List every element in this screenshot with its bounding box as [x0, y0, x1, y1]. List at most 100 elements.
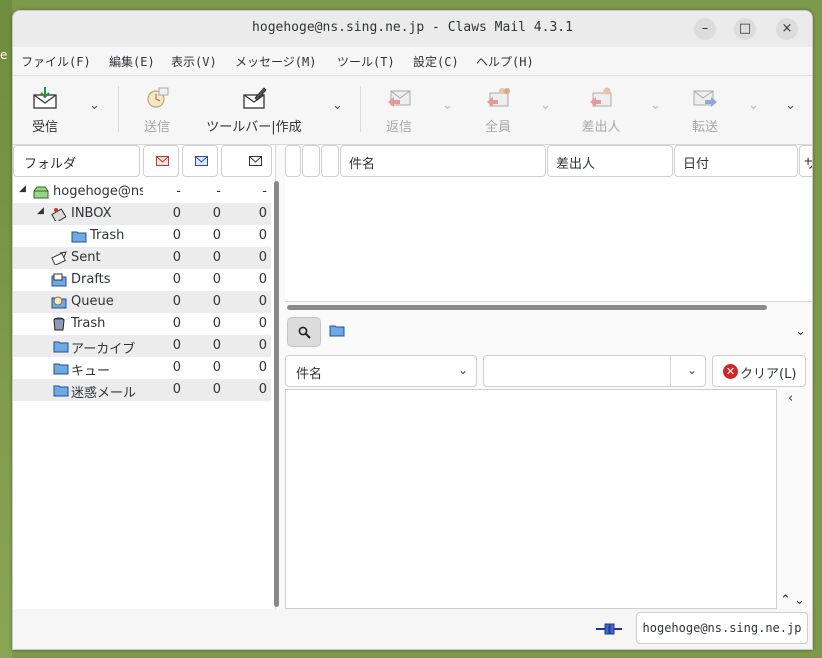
- reply-sender-label: 差出人: [581, 120, 621, 135]
- trash-can-icon: [53, 317, 65, 331]
- folder-row-queue-jp[interactable]: キュー 0 0 0: [13, 357, 271, 379]
- search-field-select[interactable]: 件名 ⌄: [285, 355, 477, 387]
- search-folder-icon[interactable]: [329, 323, 345, 337]
- folder-row-trash[interactable]: Trash 0 0 0: [13, 313, 271, 335]
- message-list-scrollbar[interactable]: [287, 305, 767, 310]
- scroll-down-chevron-icon[interactable]: ⌄: [794, 593, 805, 608]
- search-toggle-button[interactable]: [287, 317, 321, 347]
- size-column-label: サ: [804, 153, 812, 172]
- maximize-button[interactable]: □: [734, 18, 756, 40]
- folder-name: Trash: [90, 228, 125, 243]
- folder-row-drafts[interactable]: Drafts 0 0 0: [13, 269, 271, 291]
- total-count: 0: [258, 382, 267, 397]
- folder-row-spam[interactable]: 迷惑メール 0 0 0: [13, 379, 271, 401]
- folder-row-inbox-trash[interactable]: Trash 0 0 0: [13, 225, 271, 247]
- folder-row-inbox[interactable]: ◢ INBOX 0 0 0: [13, 203, 271, 225]
- compose-button[interactable]: ツールバー|作成: [199, 80, 309, 138]
- total-count: 0: [258, 294, 267, 309]
- from-column-header[interactable]: 差出人: [547, 145, 673, 177]
- new-mail-icon: [156, 156, 169, 166]
- new-count: 0: [172, 250, 181, 265]
- menu-message[interactable]: メッセージ(M): [235, 53, 316, 70]
- reply-all-dropdown-chevron-icon[interactable]: ⌄: [540, 98, 551, 113]
- new-count-column-header[interactable]: [143, 145, 179, 177]
- reply-sender-icon: [590, 87, 612, 107]
- forward-button[interactable]: 転送: [681, 80, 729, 138]
- menu-tools[interactable]: ツール(T): [337, 53, 395, 70]
- folder-name: Queue: [71, 294, 114, 309]
- menu-file[interactable]: ファイル(F): [21, 53, 91, 70]
- collapse-arrow-icon[interactable]: ◢: [19, 184, 26, 194]
- unread-count-column-header[interactable]: [182, 145, 218, 177]
- receive-mail-icon: [33, 87, 57, 109]
- mark-column-header[interactable]: [302, 145, 320, 177]
- message-view[interactable]: [285, 389, 777, 609]
- reply-dropdown-chevron-icon[interactable]: ⌄: [442, 98, 453, 113]
- total-count: 0: [258, 228, 267, 243]
- toolbar-separator: [360, 86, 361, 132]
- reply-sender-dropdown-chevron-icon[interactable]: ⌄: [650, 98, 661, 113]
- unread-count: 0: [212, 316, 221, 331]
- collapse-arrow-icon[interactable]: ◢: [37, 206, 44, 216]
- menu-settings[interactable]: 設定(C): [413, 53, 459, 70]
- folder-row-archive[interactable]: アーカイブ 0 0 0: [13, 335, 271, 357]
- close-button[interactable]: ×: [776, 18, 798, 40]
- unread-count: 0: [212, 294, 221, 309]
- status-column-header[interactable]: [285, 145, 301, 177]
- menu-edit[interactable]: 編集(E): [109, 53, 155, 70]
- chevron-down-icon[interactable]: ⌄: [687, 363, 697, 377]
- subject-column-header[interactable]: 件名: [340, 145, 546, 177]
- expand-search-chevron-icon[interactable]: ⌄: [795, 324, 806, 339]
- unread-column-header[interactable]: [321, 145, 339, 177]
- account-status-button[interactable]: hogehoge@ns.sing.ne.jp: [636, 612, 808, 644]
- compose-dropdown-chevron-icon[interactable]: ⌄: [332, 98, 343, 113]
- chevron-down-icon: ⌄: [457, 363, 468, 377]
- scroll-up-chevron-icon[interactable]: ⌃: [780, 593, 791, 608]
- search-input[interactable]: ⌄: [483, 355, 706, 387]
- online-status-plug-icon[interactable]: [595, 621, 623, 637]
- folder-pane-scrollbar[interactable]: [274, 181, 279, 607]
- receive-dropdown-chevron-icon[interactable]: ⌄: [89, 98, 100, 113]
- minimize-button[interactable]: –: [694, 18, 716, 40]
- folder-row-queue[interactable]: Queue 0 0 0: [13, 291, 271, 313]
- total-count-column-header[interactable]: [221, 145, 272, 177]
- reply-mail-icon: [388, 90, 411, 107]
- unread-count: 0: [212, 250, 221, 265]
- menu-help[interactable]: ヘルプ(H): [476, 53, 534, 70]
- send-button[interactable]: 送信: [133, 80, 181, 138]
- folder-column-header[interactable]: フォルダ: [13, 145, 140, 177]
- forward-dropdown-chevron-icon[interactable]: ⌄: [748, 98, 759, 113]
- new-count: 0: [172, 228, 181, 243]
- reply-all-icon: [487, 88, 510, 107]
- total-count: 0: [258, 206, 267, 221]
- size-column-header[interactable]: サ: [799, 145, 812, 177]
- date-column-header[interactable]: 日付: [674, 145, 798, 177]
- title-bar[interactable]: hogehoge@ns.sing.ne.jp - Claws Mail 4.3.…: [13, 11, 812, 47]
- reply-all-label: 全員: [484, 120, 511, 135]
- menu-view[interactable]: 表示(V): [171, 53, 217, 70]
- new-count: 0: [172, 316, 181, 331]
- total-count: 0: [258, 338, 267, 353]
- clear-search-button[interactable]: ✕ クリア(L): [712, 355, 806, 387]
- inbox-icon: [51, 208, 67, 221]
- quick-search-bar: ⌄: [285, 315, 812, 353]
- reply-button[interactable]: 返信: [375, 80, 423, 138]
- folder-name: Drafts: [71, 272, 111, 287]
- folder-icon: [71, 231, 87, 243]
- clear-icon: ✕: [723, 364, 738, 379]
- new-count: 0: [172, 294, 181, 309]
- reply-all-button[interactable]: 全員: [474, 80, 522, 138]
- folder-row-account[interactable]: ◢ hogehoge@ns - - -: [13, 181, 271, 203]
- reply-sender-button[interactable]: 差出人: [575, 80, 627, 138]
- toolbar-overflow-chevron-icon[interactable]: ⌄: [785, 98, 796, 113]
- collapse-left-chevron-icon[interactable]: ‹: [788, 391, 793, 406]
- folder-name: Sent: [71, 250, 101, 265]
- compose-label: ツールバー|作成: [206, 120, 302, 135]
- new-count: 0: [172, 338, 181, 353]
- search-icon: [298, 326, 311, 339]
- folder-row-sent[interactable]: Sent 0 0 0: [13, 247, 271, 269]
- compose-pencil-icon: [243, 87, 267, 109]
- unread-count: 0: [212, 206, 221, 221]
- receive-button[interactable]: 受信: [21, 80, 69, 138]
- send-queue-icon: [147, 87, 169, 108]
